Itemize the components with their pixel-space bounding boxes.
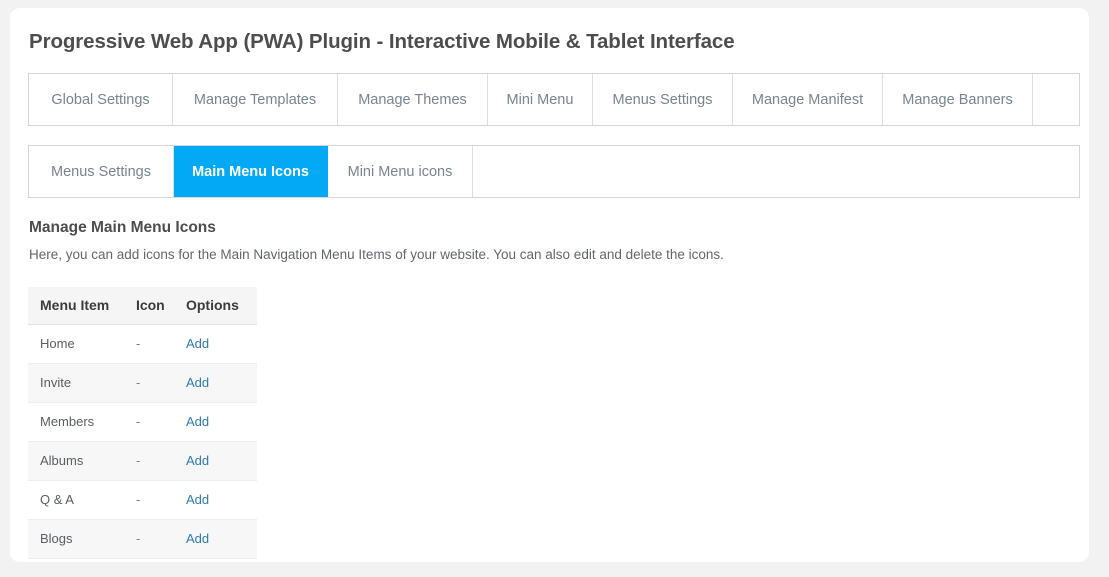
- tab-menus-settings[interactable]: Menus Settings: [593, 74, 733, 125]
- cell-icon: -: [129, 402, 180, 442]
- section-description: Here, you can add icons for the Main Nav…: [29, 247, 724, 262]
- tab-manage-themes[interactable]: Manage Themes: [338, 74, 488, 125]
- table-row: Q & A - Add: [28, 480, 257, 520]
- primary-tab-filler: [1033, 74, 1079, 125]
- section-heading: Manage Main Menu Icons: [29, 219, 216, 236]
- cell-icon: -: [129, 480, 180, 520]
- column-header-options: Options: [179, 287, 257, 325]
- table-body: Home - Add Invite - Add Members - Add Al…: [28, 324, 257, 559]
- tab-mini-menu[interactable]: Mini Menu: [488, 74, 593, 125]
- main-card: Progressive Web App (PWA) Plugin - Inter…: [10, 8, 1089, 562]
- tab-manage-banners[interactable]: Manage Banners: [883, 74, 1033, 125]
- cell-menu-item: Albums: [28, 441, 130, 481]
- add-icon-link[interactable]: Add: [186, 492, 209, 507]
- add-icon-link[interactable]: Add: [186, 375, 209, 390]
- cell-options: Add: [179, 402, 257, 442]
- secondary-tab-bar: Menus Settings Main Menu Icons Mini Menu…: [28, 145, 1080, 198]
- cell-menu-item: Q & A: [28, 480, 130, 520]
- secondary-tab-filler: [473, 146, 1079, 197]
- cell-options: Add: [179, 519, 257, 559]
- page-title: Progressive Web App (PWA) Plugin - Inter…: [29, 30, 735, 53]
- table-row: Home - Add: [28, 324, 257, 364]
- add-icon-link[interactable]: Add: [186, 414, 209, 429]
- tab-manage-templates[interactable]: Manage Templates: [173, 74, 338, 125]
- subtab-main-menu-icons[interactable]: Main Menu Icons: [174, 146, 328, 197]
- cell-icon: -: [129, 441, 180, 481]
- subtab-mini-menu-icons[interactable]: Mini Menu icons: [328, 146, 473, 197]
- cell-menu-item: Blogs: [28, 519, 130, 559]
- cell-icon: -: [129, 363, 180, 403]
- primary-tab-bar: Global Settings Manage Templates Manage …: [28, 73, 1080, 126]
- table-header-row: Menu Item Icon Options: [28, 287, 257, 325]
- cell-options: Add: [179, 441, 257, 481]
- table-row: Albums - Add: [28, 441, 257, 481]
- cell-menu-item: Home: [28, 324, 130, 364]
- cell-menu-item: Members: [28, 402, 130, 442]
- cell-options: Add: [179, 363, 257, 403]
- table-row: Members - Add: [28, 402, 257, 442]
- cell-options: Add: [179, 480, 257, 520]
- add-icon-link[interactable]: Add: [186, 336, 209, 351]
- cell-options: Add: [179, 324, 257, 364]
- main-menu-icons-table: Menu Item Icon Options Home - Add Invite…: [28, 287, 257, 559]
- cell-icon: -: [129, 324, 180, 364]
- column-header-icon: Icon: [129, 287, 180, 325]
- cell-menu-item: Invite: [28, 363, 130, 403]
- add-icon-link[interactable]: Add: [186, 453, 209, 468]
- table-row: Invite - Add: [28, 363, 257, 403]
- cell-icon: -: [129, 519, 180, 559]
- subtab-menus-settings[interactable]: Menus Settings: [29, 146, 174, 197]
- table-header: Menu Item Icon Options: [28, 287, 257, 325]
- add-icon-link[interactable]: Add: [186, 531, 209, 546]
- column-header-menu-item: Menu Item: [28, 287, 130, 325]
- tab-manage-manifest[interactable]: Manage Manifest: [733, 74, 883, 125]
- tab-global-settings[interactable]: Global Settings: [29, 74, 173, 125]
- table-row: Blogs - Add: [28, 519, 257, 559]
